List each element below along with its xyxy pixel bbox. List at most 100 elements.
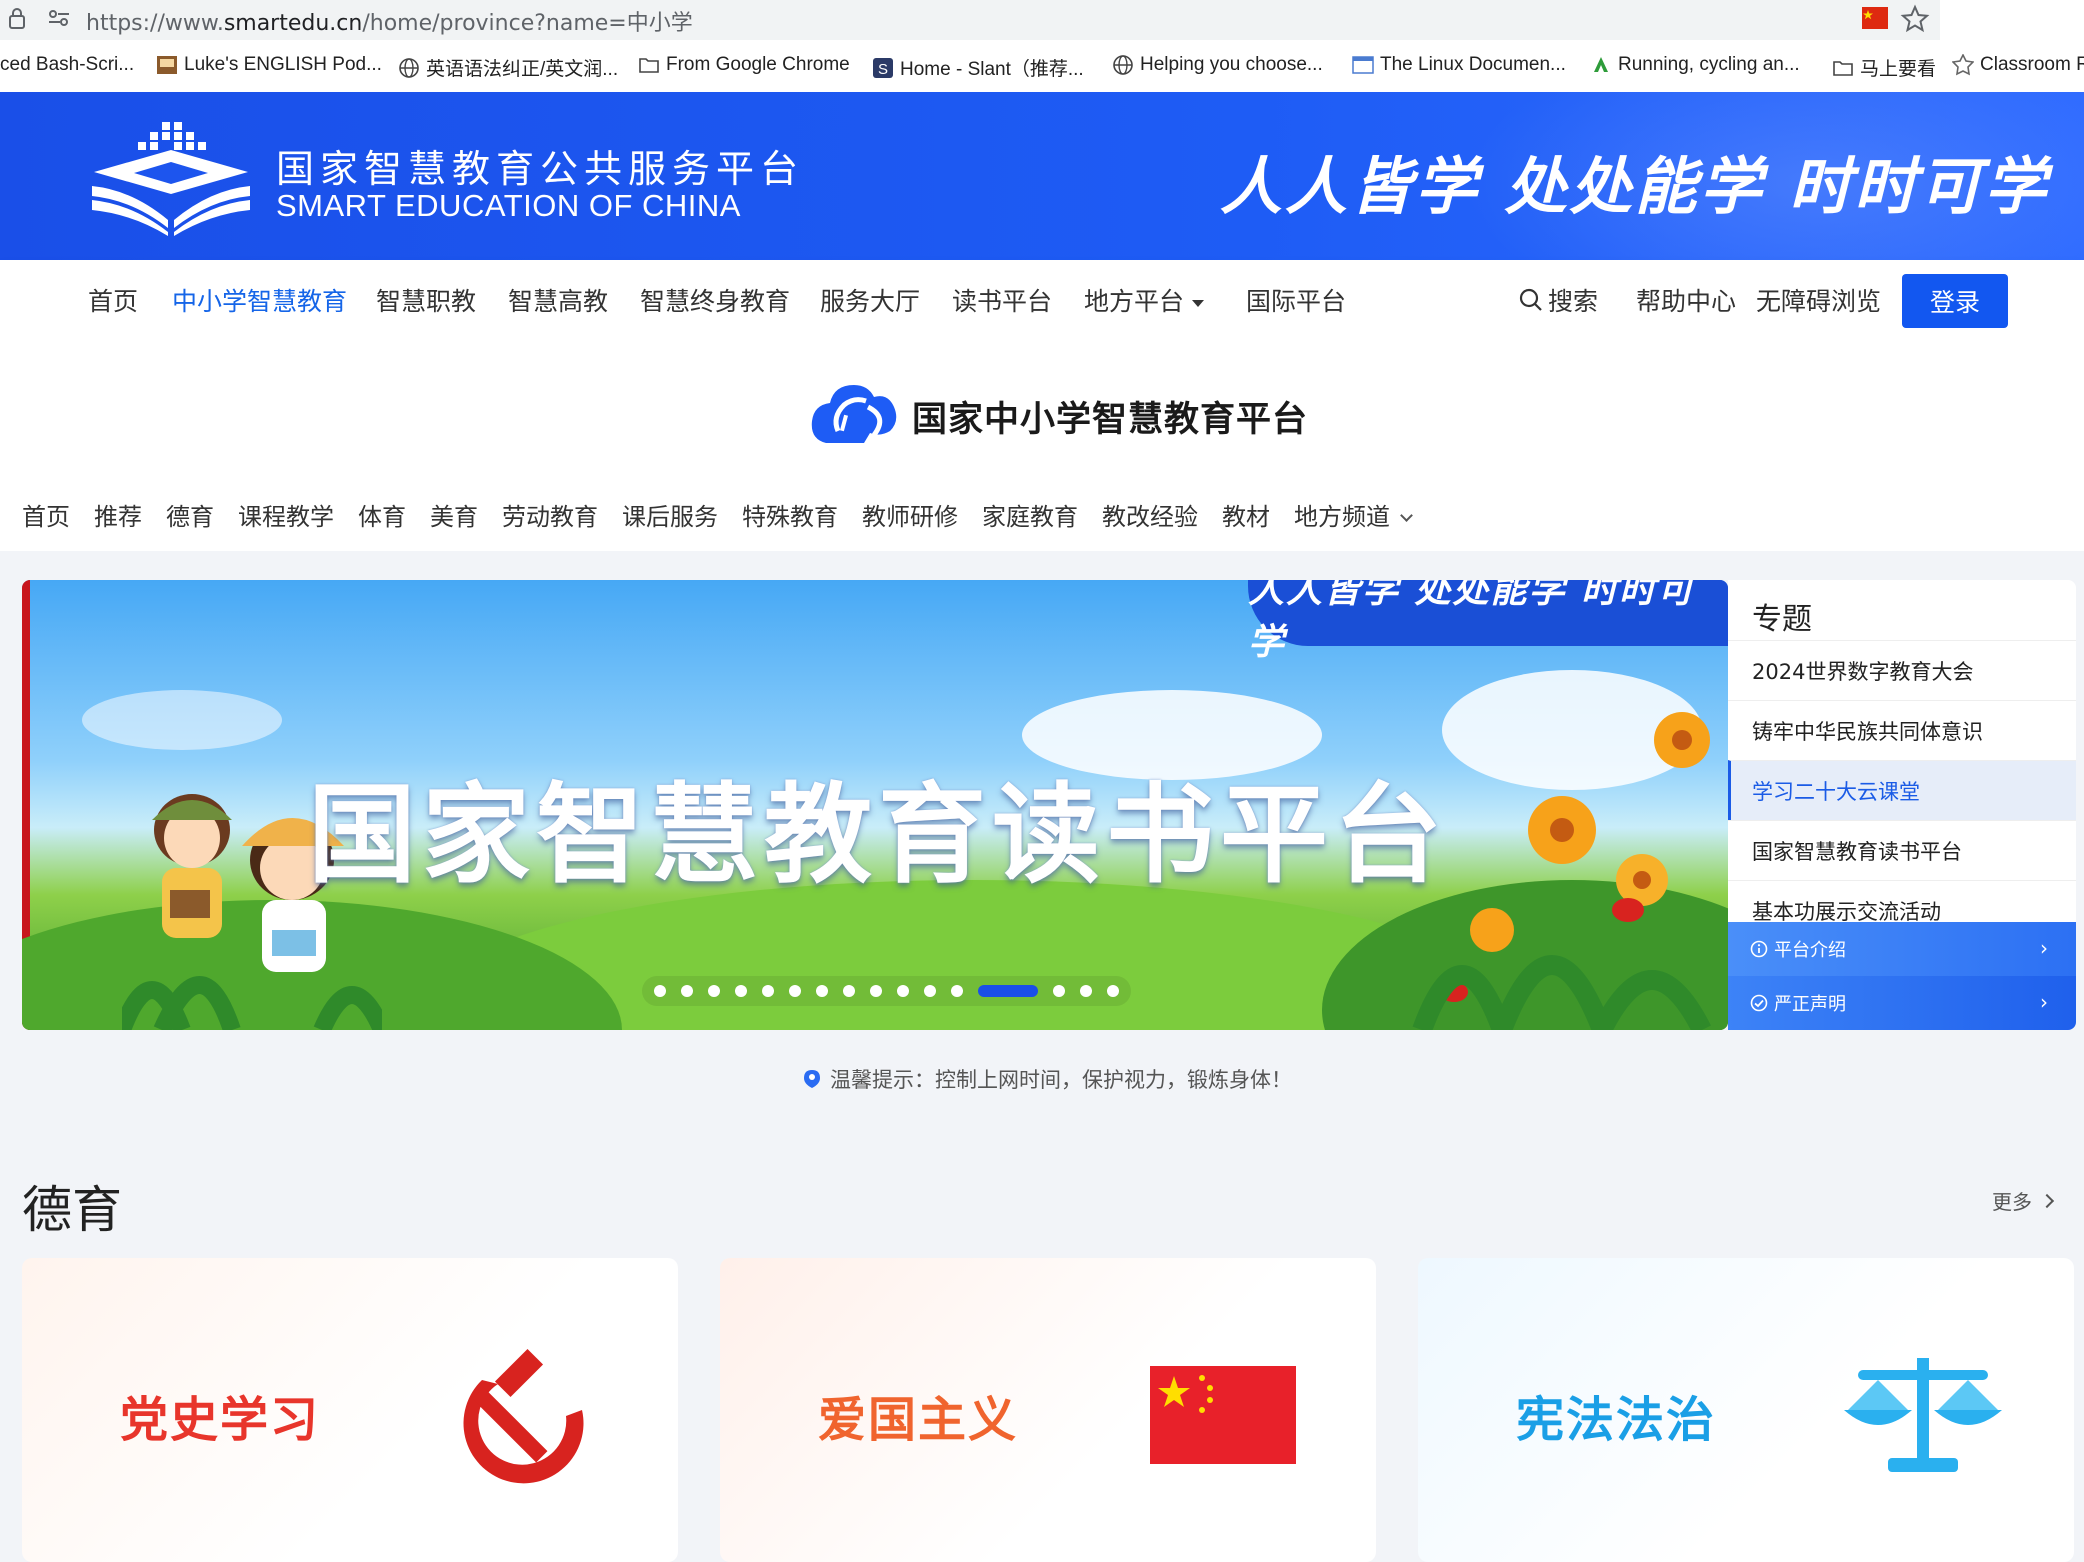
tldp-icon [1352,56,1374,74]
login-button[interactable]: 登录 [1902,274,2008,328]
url-path: /home/province?name=中小学 [362,11,693,36]
subnav-item-local-channel[interactable]: 地方频道 [1294,497,1413,532]
carousel-dot[interactable] [654,985,666,997]
carousel-dot[interactable] [789,985,801,997]
chevron-right-icon [2039,1193,2055,1208]
bookmark-item[interactable]: S Home - Slant（推荐... [872,54,1084,81]
topic-item[interactable]: 铸牢中华民族共同体意识 [1728,700,2076,760]
address-bar[interactable]: https://www.smartedu.cn/home/province?na… [0,0,1940,40]
search-button[interactable]: 搜索 [1518,282,1598,318]
card-constitution-law[interactable]: 宪法法治 [1418,1258,2074,1562]
platform-subnav: 首页 推荐 德育 课程教学 体育 美育 劳动教育 课后服务 特殊教育 教师研修 … [22,497,1435,532]
subnav-item[interactable]: 美育 [430,497,478,532]
topic-item-highlighted[interactable]: 学习二十大云课堂 [1728,760,2076,820]
subnav-item[interactable]: 教师研修 [862,497,958,532]
china-flag-icon [1150,1366,1296,1464]
more-link[interactable]: 更多 [1992,1186,2055,1215]
carousel-dot[interactable] [951,985,963,997]
china-flag-icon[interactable] [1862,7,1888,29]
hero-carousel[interactable]: 人人皆学 处处能学 时时可学 国家智慧教育读书平台 [22,580,1728,1030]
platform-intro-label: 平台介绍 [1774,940,1846,961]
carousel-dot[interactable] [1053,985,1065,997]
carousel-dot[interactable] [1080,985,1092,997]
topics-panel: 专题 2024世界数字教育大会 铸牢中华民族共同体意识 学习二十大云课堂 国家智… [1728,580,2076,1030]
carousel-slogan-tag: 人人皆学 处处能学 时时可学 [1248,580,1728,663]
subnav-item[interactable]: 课后服务 [622,497,718,532]
carousel-dot[interactable] [816,985,828,997]
nav-item-local-platform[interactable]: 地方平台 [1084,282,1205,318]
folder-icon [1833,60,1853,76]
carousel-dot[interactable] [870,985,882,997]
podcast-icon [157,56,177,74]
nav-item-vocational[interactable]: 智慧职教 [376,282,476,318]
topic-item[interactable]: 国家智慧教育读书平台 [1728,820,2076,880]
card-title: 爱国主义 [818,1392,1019,1448]
platform-intro-button[interactable]: 平台介绍 › [1728,922,2076,976]
carousel-dot[interactable] [924,985,936,997]
bookmark-item[interactable]: Running, cycling an... [1590,54,1800,76]
card-party-history[interactable]: 党史学习 [22,1258,678,1562]
carousel-dot-active[interactable] [978,985,1038,997]
site-settings-icon[interactable] [48,9,70,27]
bookmark-label: 英语语法纠正/英文润... [426,59,619,80]
nav-item-reading[interactable]: 读书平台 [952,282,1052,318]
carousel-dot[interactable] [762,985,774,997]
platform-header: 国家中小学智慧教育平台 首页 推荐 德育 课程教学 体育 美育 劳动教育 课后服… [0,343,2084,551]
carousel-dot[interactable] [708,985,720,997]
subnav-item[interactable]: 教改经验 [1102,497,1198,532]
nav-item-home[interactable]: 首页 [88,282,138,318]
subnav-item[interactable]: 推荐 [94,497,142,532]
section-title: 德育 [22,1182,122,1238]
nav-item-lifelong[interactable]: 智慧终身教育 [640,282,790,318]
subnav-item[interactable]: 首页 [22,497,70,532]
nav-item-service-hall[interactable]: 服务大厅 [820,282,920,318]
nav-item-higher-ed[interactable]: 智慧高教 [508,282,608,318]
caret-down-icon [1192,299,1205,307]
bookmark-item[interactable]: Helping you choose... [1112,54,1323,76]
bookmark-item[interactable]: Luke's ENGLISH Pod... [156,54,382,76]
subnav-item[interactable]: 特殊教育 [742,497,838,532]
chevron-down-icon [1400,509,1413,522]
site-title-cn: 国家智慧教育公共服务平台 [276,149,805,191]
carousel-dot[interactable] [843,985,855,997]
subnav-local-label: 地方频道 [1294,503,1390,531]
main-navigation: 首页 中小学智慧教育 智慧职教 智慧高教 智慧终身教育 服务大厅 读书平台 地方… [0,260,2084,343]
bookmark-label: Luke's ENGLISH Pod... [184,54,382,75]
subnav-item[interactable]: 课程教学 [238,497,334,532]
window-blank-area [1940,0,2084,40]
bookmark-item[interactable]: 马上要看 [1832,54,1936,81]
carousel-dot[interactable] [681,985,693,997]
smart-education-logo-icon[interactable] [88,120,254,236]
subnav-item[interactable]: 德育 [166,497,214,532]
nav-item-k12[interactable]: 中小学智慧教育 [172,282,347,318]
bookmark-item[interactable]: 英语语法纠正/英文润... [398,54,618,81]
nav-item-local-label: 地方平台 [1084,287,1185,316]
carousel-dot[interactable] [897,985,909,997]
subnav-item[interactable]: 教材 [1222,497,1270,532]
svg-text:S: S [878,61,888,78]
platform-logo-icon[interactable] [808,377,900,453]
subnav-item[interactable]: 体育 [358,497,406,532]
check-circle-icon [1750,994,1768,1012]
lock-icon [9,8,25,29]
topic-item[interactable]: 2024世界数字教育大会 [1728,640,2076,700]
strava-icon [1591,55,1611,75]
bookmark-item[interactable]: Classroom R [1952,54,2084,76]
card-patriotism[interactable]: 爱国主义 [720,1258,1376,1562]
subnav-item[interactable]: 家庭教育 [982,497,1078,532]
help-center-link[interactable]: 帮助中心 [1636,282,1736,318]
carousel-dot[interactable] [735,985,747,997]
bookmark-star-icon[interactable] [1900,4,1930,34]
more-label: 更多 [1992,1190,2032,1214]
subnav-item[interactable]: 劳动教育 [502,497,598,532]
accessibility-link[interactable]: 无障碍浏览 [1756,282,1881,318]
carousel-dot[interactable] [1107,985,1119,997]
bookmark-label: 马上要看 [1860,59,1937,80]
bookmark-item[interactable]: From Google Chrome [638,54,850,76]
site-header-banner: 国家智慧教育公共服务平台 SMART EDUCATION OF CHINA 人人… [0,92,2084,260]
bookmark-item[interactable]: ced Bash-Scri... [0,54,134,76]
bookmark-item[interactable]: The Linux Documen... [1352,54,1566,76]
statement-button[interactable]: 严正声明 › [1728,976,2076,1030]
nav-item-international[interactable]: 国际平台 [1246,282,1346,318]
url-text[interactable]: https://www.smartedu.cn/home/province?na… [86,5,693,37]
